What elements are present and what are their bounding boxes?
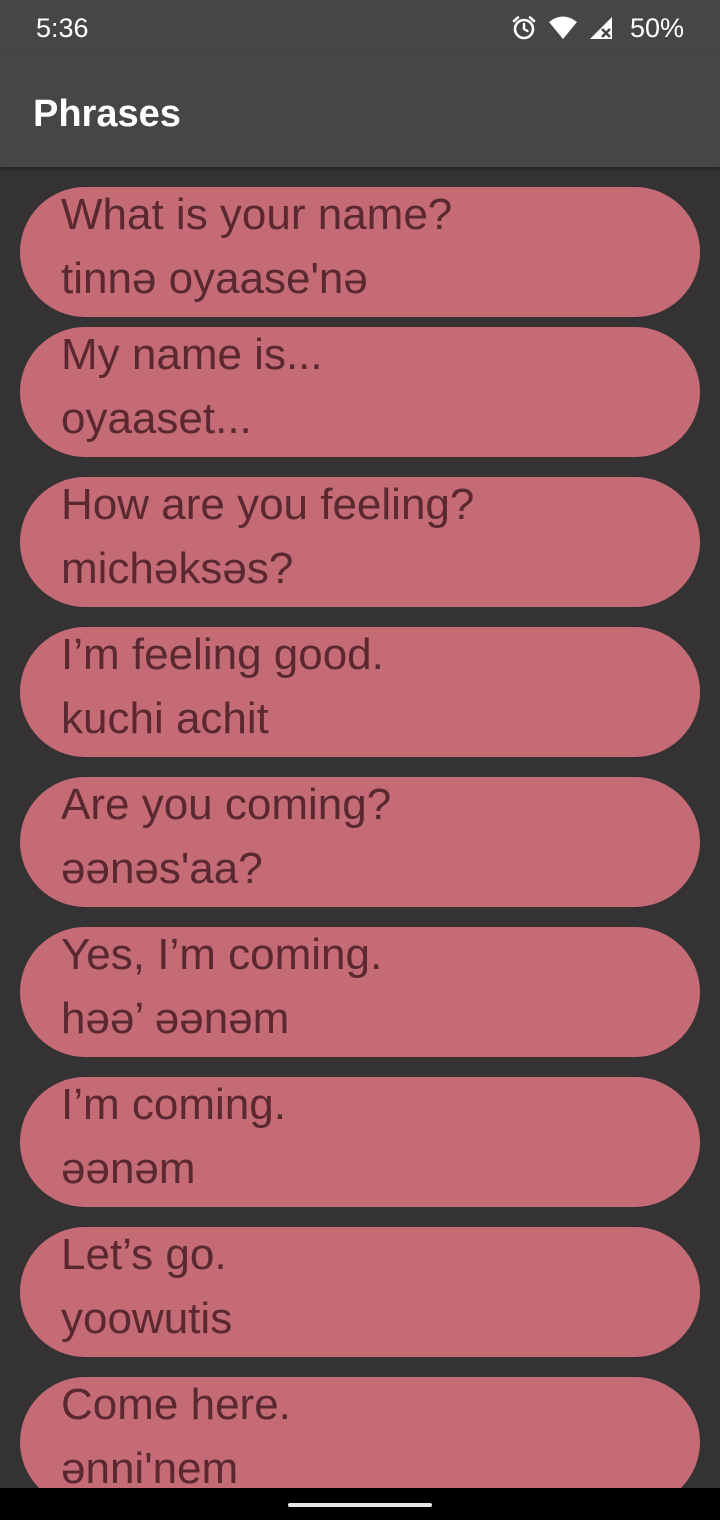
phrase-card[interactable]: Yes, I’m coming. həə’ əənəm [20, 927, 700, 1057]
wifi-icon [548, 15, 578, 41]
phrase-translation: tinnə oyaase'nə [61, 254, 368, 303]
battery-percent: 50% [629, 13, 684, 43]
phrase-card[interactable]: Let’s go. yoowutis [20, 1227, 700, 1357]
phrase-translation: oyaaset... [61, 394, 252, 443]
phrase-translation: həə’ əənəm [61, 994, 290, 1043]
phrase-card[interactable]: Are you coming? əənəs'aa? [20, 777, 700, 907]
phrase-card[interactable]: My name is... oyaaset... [20, 327, 700, 457]
page-title: Phrases [33, 93, 181, 135]
phrase-english: Yes, I’m coming. [61, 930, 383, 979]
phrase-english: What is your name? [61, 190, 453, 239]
phrase-card[interactable]: How are you feeling? michəksəs? [20, 477, 700, 607]
phrase-card[interactable]: What is your name? tinnə oyaase'nə [20, 187, 700, 317]
navigation-bar [0, 1488, 720, 1520]
phrase-list[interactable]: What is your name? tinnə oyaase'nə My na… [0, 167, 720, 1488]
phrase-translation: əənəm [61, 1144, 196, 1193]
phrase-card[interactable]: I’m feeling good. kuchi achit [20, 627, 700, 757]
status-icons: 50% [510, 10, 684, 46]
phrase-translation: əənəs'aa? [61, 844, 263, 893]
phrase-translation: yoowutis [61, 1294, 233, 1343]
phrase-english: How are you feeling? [61, 480, 475, 529]
phrase-english: I’m feeling good. [61, 630, 384, 679]
alarm-icon [510, 14, 538, 42]
phrase-translation: ənni'nem [61, 1444, 239, 1488]
phrase-english: My name is... [61, 330, 323, 379]
phrase-card[interactable]: Come here. ənni'nem [20, 1377, 700, 1488]
phrase-english: I’m coming. [61, 1080, 286, 1129]
cell-signal-icon [588, 15, 614, 41]
status-time: 5:36 [36, 13, 89, 43]
phrase-english: Are you coming? [61, 780, 392, 829]
phrase-card[interactable]: I’m coming. əənəm [20, 1077, 700, 1207]
status-bar: 5:36 50% [0, 0, 720, 56]
home-indicator[interactable] [288, 1503, 432, 1507]
phrase-english: Come here. [61, 1380, 291, 1429]
phrase-translation: michəksəs? [61, 544, 294, 593]
phrase-english: Let’s go. [61, 1230, 227, 1279]
phrase-translation: kuchi achit [61, 694, 269, 743]
app-bar: Phrases [0, 56, 720, 167]
